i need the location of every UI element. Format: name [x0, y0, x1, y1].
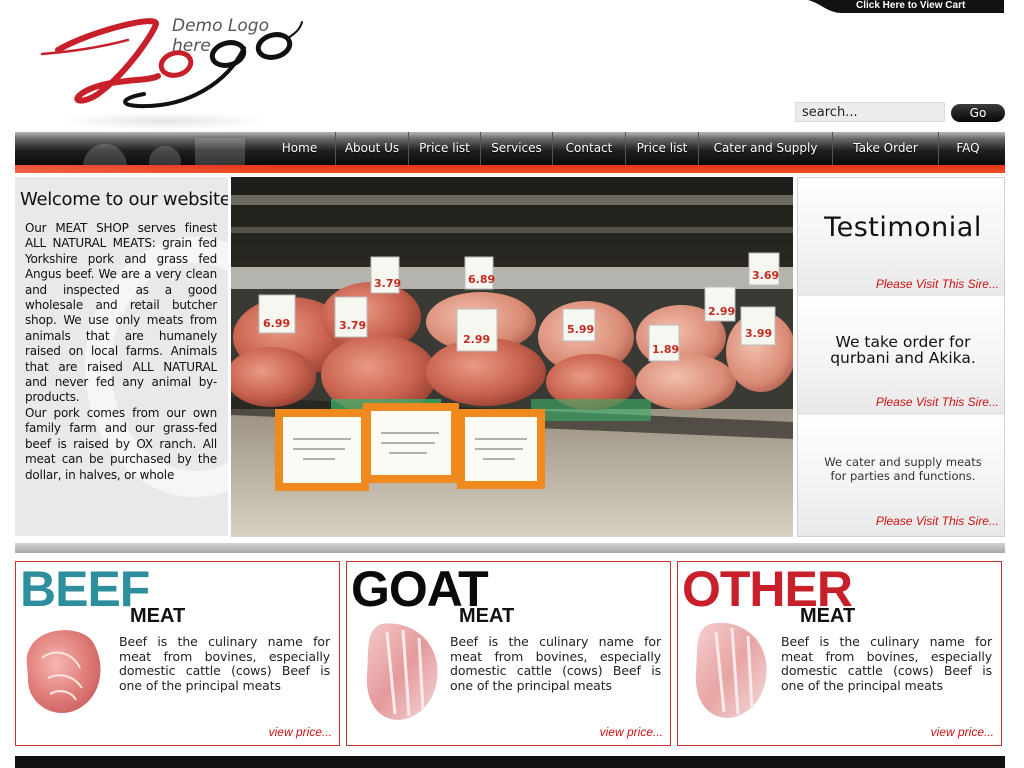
testimonial-link[interactable]: Please Visit This Sire...	[876, 277, 999, 291]
search-input[interactable]	[795, 102, 945, 122]
nav-item-about-us[interactable]: About Us	[336, 132, 409, 165]
nav-item-price-list-2[interactable]: Price list	[626, 132, 699, 165]
nav-item-label: Contact	[565, 140, 613, 155]
welcome-panel: Welcome to our website! Our MEAT SHOP se…	[15, 177, 228, 536]
nav-item-label: Price list	[419, 140, 470, 155]
cart-label: Click Here to View Cart	[856, 0, 966, 11]
card-subtitle: MEAT	[130, 605, 186, 627]
goat-meat-image	[366, 623, 438, 720]
meat-display-illustration: 6.99 3.79 3.79 6.89 2.99 5.99 1.89 2.99 …	[231, 177, 793, 537]
beef-card: BEEF MEAT Beef is the culinary name for …	[15, 561, 340, 746]
nav-item-label: Cater and Supply	[713, 140, 818, 155]
nav-item-contact[interactable]: Contact	[553, 132, 626, 165]
nav-item-label: Price list	[636, 140, 688, 155]
nav-item-faq[interactable]: FAQ	[939, 132, 997, 165]
welcome-paragraph-2: Our pork comes from our own family farm …	[25, 406, 217, 482]
cater-title: We cater and supply meats for parties an…	[804, 455, 1002, 483]
svg-text:6.89: 6.89	[468, 273, 495, 286]
svg-text:5.99: 5.99	[567, 323, 594, 336]
qurbani-block: We take order for qurbani and Akika. Ple…	[798, 296, 1004, 415]
welcome-title: Welcome to our website!	[20, 189, 228, 210]
logo-tagline: Demo Logo here	[172, 16, 269, 56]
cater-block: We cater and supply meats for parties an…	[798, 415, 1004, 536]
card-subtitle: MEAT	[459, 605, 515, 627]
card-description: Beef is the culinary name for meat from …	[781, 634, 992, 693]
qurbani-title-line2: qurbani and Akika.	[830, 349, 976, 367]
qurbani-title: We take order for qurbani and Akika.	[804, 334, 1002, 366]
svg-text:3.79: 3.79	[374, 277, 401, 290]
cater-link[interactable]: Please Visit This Sire...	[876, 514, 999, 528]
svg-text:2.99: 2.99	[463, 333, 490, 346]
beef-meat-image	[26, 630, 101, 714]
svg-text:3.69: 3.69	[752, 269, 779, 282]
view-price-link[interactable]: view price...	[931, 725, 994, 739]
nav-item-home[interactable]: Home	[264, 132, 336, 165]
svg-text:3.79: 3.79	[339, 319, 366, 332]
card-description: Beef is the culinary name for meat from …	[119, 634, 330, 693]
view-price-link[interactable]: view price...	[269, 725, 332, 739]
svg-text:1.89: 1.89	[652, 343, 679, 356]
nav-item-label: Services	[491, 140, 542, 155]
svg-text:3.99: 3.99	[745, 327, 772, 340]
testimonial-title: Testimonial	[824, 212, 982, 243]
logo-shadow	[58, 112, 270, 130]
goat-card: GOAT MEAT Beef is the culinary name for …	[346, 561, 671, 746]
welcome-paragraph-1: Our MEAT SHOP serves finest ALL NATURAL …	[25, 221, 217, 405]
other-card: OTHER MEAT Beef is the culinary name for…	[677, 561, 1002, 746]
hero-meat-display-image: 6.99 3.79 3.79 6.89 2.99 5.99 1.89 2.99 …	[231, 177, 793, 537]
nav-accent-bar	[15, 165, 1005, 173]
section-separator	[15, 543, 1005, 553]
view-price-link[interactable]: view price...	[600, 725, 663, 739]
nav-item-cater-and-supply[interactable]: Cater and Supply	[699, 132, 833, 165]
nav-item-take-order[interactable]: Take Order	[833, 132, 939, 165]
view-cart-link[interactable]: Click Here to View Cart	[808, 0, 1004, 13]
nav-item-label: Home	[281, 140, 318, 155]
card-subtitle: MEAT	[800, 605, 856, 627]
main-nav: Home About Us Price list Services Contac…	[15, 132, 1005, 165]
nav-item-price-list[interactable]: Price list	[409, 132, 481, 165]
nav-item-label: FAQ	[956, 140, 980, 155]
qurbani-link[interactable]: Please Visit This Sire...	[876, 395, 999, 409]
footer-bar	[15, 756, 1005, 768]
go-button[interactable]: Go	[951, 104, 1005, 122]
nav-items: Home About Us Price list Services Contac…	[264, 132, 997, 165]
svg-text:6.99: 6.99	[263, 317, 290, 330]
qurbani-title-line1: We take order for	[835, 333, 971, 351]
nav-item-label: Take Order	[853, 140, 918, 155]
other-meat-image	[695, 622, 767, 718]
svg-text:2.99: 2.99	[708, 305, 735, 318]
nav-item-services[interactable]: Services	[481, 132, 553, 165]
nav-item-label: About Us	[344, 140, 400, 155]
testimonial-block: Testimonial Please Visit This Sire...	[798, 178, 1004, 296]
site-logo[interactable]: Demo Logo here	[38, 2, 308, 130]
cater-title-line2: for parties and functions.	[830, 469, 976, 483]
card-description: Beef is the culinary name for meat from …	[450, 634, 661, 693]
cater-title-line1: We cater and supply meats	[824, 455, 982, 469]
nav-decoration	[83, 138, 245, 165]
side-panel: Testimonial Please Visit This Sire... We…	[797, 177, 1005, 537]
